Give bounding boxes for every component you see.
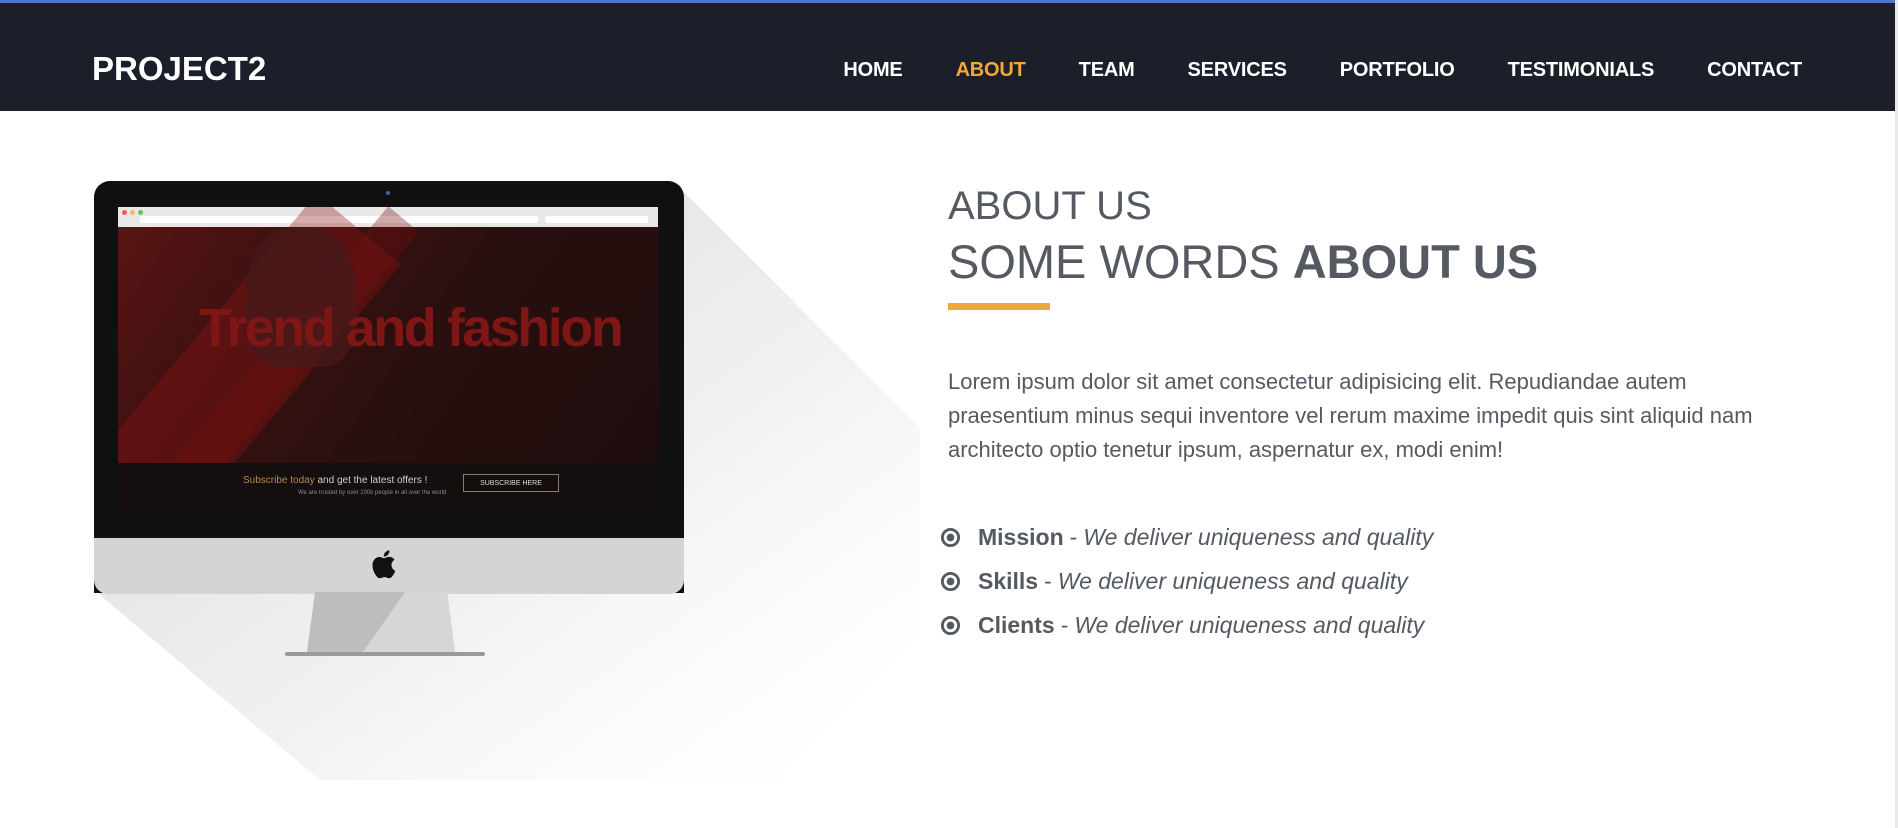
screen-subscribe-button: SUBSCRIBE HERE — [463, 474, 559, 492]
feature-desc: We deliver uniqueness and quality — [1074, 611, 1425, 638]
feature-title: Skills — [978, 567, 1039, 594]
nav-contact[interactable]: CONTACT — [1707, 59, 1802, 82]
feature-item-clients: Clients - We deliver uniqueness and qualit… — [940, 603, 1433, 647]
browser-search — [545, 216, 648, 223]
feature-desc: We deliver uniqueness and quality — [1057, 567, 1408, 594]
nav-testimonials[interactable]: TESTIMONIALS — [1508, 59, 1655, 82]
feature-item-mission: Mission - We deliver uniqueness and qualit… — [940, 515, 1433, 559]
brand-logo[interactable]: PROJECT2 — [92, 50, 266, 88]
feature-item-skills: Skills - We deliver uniqueness and quality — [940, 559, 1433, 603]
monitor-stand — [285, 592, 485, 656]
about-kicker: ABOUT US — [948, 184, 1152, 228]
apple-logo-icon — [372, 550, 396, 579]
screen-hero-title: Trend and fashion — [198, 298, 624, 358]
feature-title: Clients — [978, 611, 1055, 638]
about-paragraph: Lorem ipsum dolor sit amet consectetur a… — [948, 369, 1753, 462]
screen-subscribe-band: Subscribe today and get the latest offer… — [118, 463, 658, 513]
screen-subscribe-small: We are trusted by over 100k people in al… — [298, 490, 447, 496]
screen-hero: Trend and fashion — [118, 207, 658, 513]
nav-portfolio[interactable]: PORTFOLIO — [1340, 59, 1455, 82]
heading-underline — [948, 303, 1050, 310]
camera-dot — [386, 191, 390, 195]
window-controls — [122, 210, 143, 215]
feature-title: Mission — [978, 523, 1064, 550]
nav-about[interactable]: ABOUT — [956, 59, 1026, 82]
nav-team[interactable]: TEAM — [1079, 59, 1135, 82]
main-nav: HOME ABOUT TEAM SERVICES PORTFOLIO TESTI… — [843, 59, 1802, 82]
imac-mockup: Trend and fashion Subscribe today and ge… — [90, 170, 950, 780]
nav-services[interactable]: SERVICES — [1188, 59, 1287, 82]
about-heading-light: SOME WORDS — [948, 235, 1293, 288]
navbar: PROJECT2 HOME ABOUT TEAM SERVICES PORTFO… — [0, 3, 1895, 111]
monitor-screen: Trend and fashion Subscribe today and ge… — [118, 207, 658, 513]
screen-subscribe-text: Subscribe today and get the latest offer… — [243, 475, 428, 486]
dot-circle-icon — [940, 615, 961, 635]
nav-home[interactable]: HOME — [843, 59, 902, 82]
feature-list: Mission - We deliver uniqueness and qualit… — [940, 515, 1433, 647]
feature-desc: We deliver uniqueness and quality — [1083, 523, 1434, 550]
dot-circle-icon — [940, 527, 961, 547]
about-heading: SOME WORDS ABOUT US — [948, 234, 1538, 289]
about-heading-bold: ABOUT US — [1292, 235, 1539, 288]
dot-circle-icon — [940, 571, 961, 591]
